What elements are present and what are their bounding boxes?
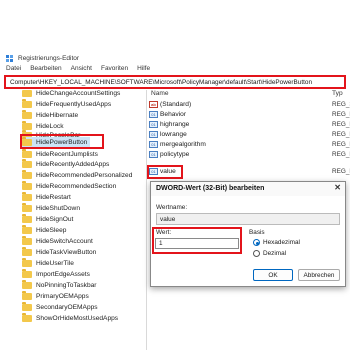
tree-item[interactable]: HideShutDown xyxy=(22,203,80,214)
selected-value-highlight xyxy=(147,165,183,179)
tree-item[interactable]: NoPinningToTaskbar xyxy=(22,280,96,291)
tree-item[interactable]: HideSleep xyxy=(22,225,66,236)
value-row[interactable]: 01 highrange REG_DW xyxy=(147,120,350,129)
folder-icon xyxy=(22,291,32,300)
dword-value-icon: 01 xyxy=(149,151,158,158)
tree-item[interactable]: ImportEdgeAssets xyxy=(22,269,90,280)
tree-item[interactable]: ShowOrHideMostUsedApps xyxy=(22,313,118,324)
registry-editor-icon xyxy=(6,54,14,63)
column-header-name[interactable]: Name xyxy=(151,90,169,99)
tree-item[interactable]: HideChangeAccountSettings xyxy=(22,90,120,99)
radio-selected-icon xyxy=(253,239,260,246)
tree-item[interactable]: HideSwitchAccount xyxy=(22,236,93,247)
tree-item[interactable]: HideRecommendedSection xyxy=(22,181,116,192)
folder-icon xyxy=(22,302,32,311)
value-row[interactable]: 01 Behavior REG_DW xyxy=(147,110,350,119)
folder-icon xyxy=(22,192,32,201)
menu-bar: Datei Bearbeiten Ansicht Favoriten Hilfe xyxy=(0,65,350,74)
dialog-body: Wertname: value Wert: 1 Basis Hexadezima… xyxy=(151,196,345,286)
folder-icon xyxy=(22,159,32,168)
dword-value-icon: 01 xyxy=(149,111,158,118)
address-bar[interactable]: Computer\HKEY_LOCAL_MACHINE\SOFTWARE\Mic… xyxy=(4,75,346,89)
folder-icon xyxy=(22,214,32,223)
tree-item[interactable]: HideHibernate xyxy=(22,110,78,121)
ok-button[interactable]: OK xyxy=(253,269,293,281)
folder-icon xyxy=(22,170,32,179)
edit-dword-dialog: DWORD-Wert (32-Bit) bearbeiten ✕ Wertnam… xyxy=(150,181,346,287)
value-row[interactable]: 01 policytype REG_DW xyxy=(147,150,350,159)
folder-icon xyxy=(22,99,32,108)
tree-item[interactable]: HideRecommendedPersonalized xyxy=(22,170,132,181)
dword-value-icon: 01 xyxy=(149,131,158,138)
base-label: Basis xyxy=(249,229,265,236)
tree-item[interactable]: SecondaryOEMApps xyxy=(22,302,98,313)
folder-icon xyxy=(22,149,32,158)
radio-unselected-icon xyxy=(253,250,260,257)
value-row[interactable]: ab (Standard) REG_SZ xyxy=(147,100,350,109)
value-name-label: Wertname: xyxy=(156,204,188,211)
selected-key-highlight xyxy=(20,134,104,149)
string-value-icon: ab xyxy=(149,101,158,108)
radio-decimal[interactable]: Dezimal xyxy=(253,250,286,257)
dialog-title: DWORD-Wert (32-Bit) bearbeiten xyxy=(156,185,265,192)
address-path: Computer\HKEY_LOCAL_MACHINE\SOFTWARE\Mic… xyxy=(10,78,313,86)
title-bar: Registrierungs-Editor xyxy=(0,52,350,65)
tree-item[interactable]: HideRestart xyxy=(22,192,71,203)
folder-icon xyxy=(22,236,32,245)
value-row[interactable]: 01 lowrange REG_DW xyxy=(147,130,350,139)
folder-icon xyxy=(22,280,32,289)
tree-item[interactable]: HideUserTile xyxy=(22,258,74,269)
value-row[interactable]: 01 mergealgorithm REG_DW xyxy=(147,140,350,149)
folder-icon xyxy=(22,181,32,190)
tree-item[interactable]: HideFrequentlyUsedApps xyxy=(22,99,111,110)
folder-icon xyxy=(22,258,32,267)
dword-value-icon: 01 xyxy=(149,121,158,128)
menu-hilfe[interactable]: Hilfe xyxy=(137,65,150,74)
value-data-label: Wert: xyxy=(156,229,172,236)
folder-icon xyxy=(22,121,32,130)
menu-bearbeiten[interactable]: Bearbeiten xyxy=(30,65,61,74)
tree-item[interactable]: HideRecentlyAddedApps xyxy=(22,159,109,170)
menu-favoriten[interactable]: Favoriten xyxy=(101,65,128,74)
key-tree: HideChangeAccountSettings HideFrequently… xyxy=(0,90,146,350)
folder-icon xyxy=(22,225,32,234)
folder-icon xyxy=(22,313,32,322)
close-icon[interactable]: ✕ xyxy=(334,183,341,192)
column-header-type[interactable]: Typ xyxy=(332,90,343,99)
menu-datei[interactable]: Datei xyxy=(6,65,21,74)
folder-icon xyxy=(22,110,32,119)
cancel-button[interactable]: Abbrechen xyxy=(298,269,340,281)
app-title: Registrierungs-Editor xyxy=(18,55,80,62)
tree-item[interactable]: HideSignOut xyxy=(22,214,73,225)
value-data-input[interactable]: 1 xyxy=(155,238,239,249)
dialog-title-bar: DWORD-Wert (32-Bit) bearbeiten ✕ xyxy=(151,182,345,195)
dword-value-icon: 01 xyxy=(149,141,158,148)
tree-item[interactable]: HideTaskViewButton xyxy=(22,247,96,258)
folder-icon xyxy=(22,269,32,278)
folder-icon xyxy=(22,90,32,97)
value-name-field: value xyxy=(156,213,340,225)
radio-hexadecimal[interactable]: Hexadezimal xyxy=(253,239,300,246)
tree-item[interactable]: PrimaryOEMApps xyxy=(22,291,89,302)
folder-icon xyxy=(22,203,32,212)
menu-ansicht[interactable]: Ansicht xyxy=(71,65,92,74)
folder-icon xyxy=(22,247,32,256)
